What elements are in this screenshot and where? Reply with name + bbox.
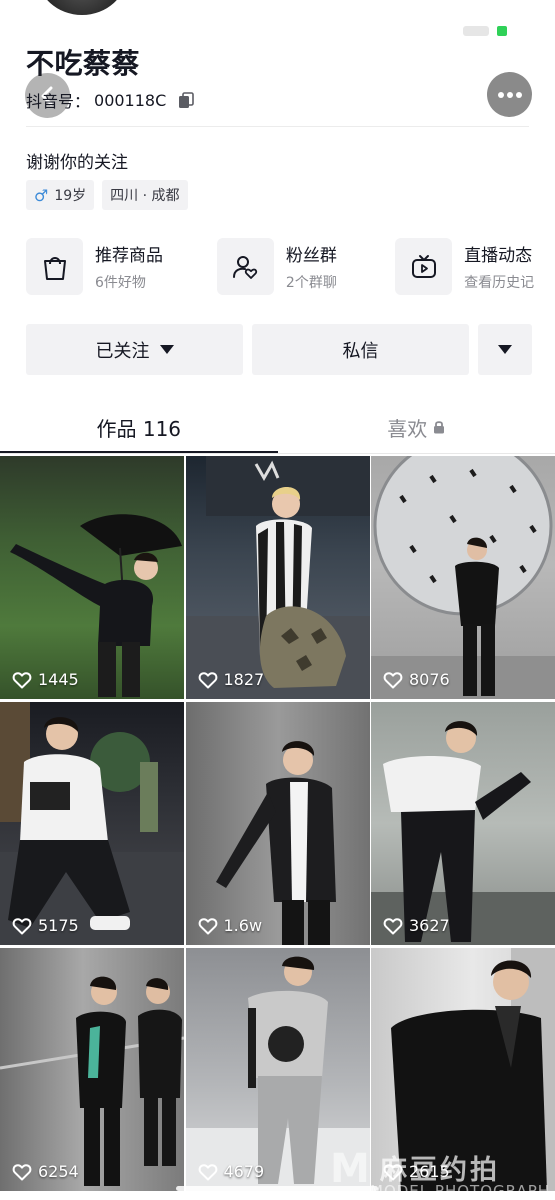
like-count: 1445	[12, 670, 79, 689]
feature-title: 直播动态	[464, 246, 533, 266]
heart-icon	[12, 1163, 32, 1180]
heart-icon	[198, 1163, 217, 1180]
feature-recommended-products[interactable]: 推荐商品 6件好物	[26, 238, 217, 295]
video-grid: 1445 1827 8076 5175 1.6w 3627 6254 4679 …	[0, 456, 555, 1191]
heart-icon	[383, 917, 403, 934]
following-label: 已关注	[95, 340, 150, 362]
like-count-text: 3627	[409, 916, 450, 935]
lock-icon	[434, 421, 445, 434]
thumbnail-image	[371, 456, 555, 699]
heart-icon	[198, 671, 217, 688]
message-label: 私信	[342, 340, 379, 362]
battery-icon	[497, 26, 507, 36]
thumbnail-image	[215, 741, 336, 945]
douyin-id: 抖音号： 000118C	[26, 88, 195, 112]
feature-subtitle: 2个群聊	[285, 275, 337, 291]
like-count-text: 8076	[409, 670, 450, 689]
watermark: M 麻豆约拍 MODEL PHOTOGRAPH	[330, 1140, 555, 1200]
video-thumbnail[interactable]: 5175	[0, 702, 184, 945]
expand-button[interactable]	[478, 324, 532, 375]
like-count: 6254	[12, 1162, 79, 1181]
age-tag: ♂ 19岁	[26, 180, 95, 210]
thumbnail-image	[0, 976, 184, 1186]
video-thumbnail[interactable]: 1445	[0, 456, 184, 699]
douyin-id-label: 抖音号：	[26, 92, 91, 111]
feature-fan-group[interactable]: 粉丝群 2个群聊	[216, 238, 395, 295]
copy-icon[interactable]	[178, 91, 195, 109]
live-tv-icon	[395, 238, 453, 295]
video-thumbnail[interactable]: 6254	[0, 948, 184, 1191]
like-count-text: 4679	[223, 1162, 265, 1181]
video-thumbnail[interactable]: 1.6w	[185, 702, 370, 945]
tab-works-label: 作品 116	[96, 416, 182, 441]
like-count: 5175	[12, 916, 79, 935]
like-count: 8076	[383, 670, 450, 689]
status-bar-icon	[463, 26, 489, 36]
tab-likes[interactable]: 喜欢	[278, 400, 555, 454]
male-icon: ♂	[34, 185, 49, 205]
douyin-id-value: 000118C	[94, 90, 167, 110]
feature-live-history[interactable]: 直播动态 查看历史记	[395, 238, 555, 295]
more-dots-icon	[497, 91, 522, 98]
like-count-text: 6254	[38, 1162, 79, 1181]
heart-icon	[12, 671, 32, 688]
like-count-text: 1827	[223, 670, 265, 689]
like-count: 1827	[198, 670, 265, 689]
header-divider	[26, 126, 529, 127]
like-count-text: 1445	[38, 670, 79, 689]
feature-subtitle: 查看历史记	[464, 275, 535, 291]
tabs-divider	[0, 453, 555, 454]
watermark-subtext: MODEL PHOTOGRAPH	[370, 1182, 551, 1200]
more-options-button[interactable]	[487, 72, 532, 117]
message-button[interactable]: 私信	[252, 324, 469, 375]
heart-icon	[198, 917, 217, 934]
tab-likes-label: 喜欢	[387, 416, 428, 441]
like-count: 4679	[198, 1162, 265, 1181]
feature-subtitle: 6件好物	[95, 275, 146, 291]
caret-down-icon	[498, 345, 512, 354]
profile-actions: 已关注 私信	[26, 324, 532, 375]
feature-title: 推荐商品	[95, 246, 163, 266]
like-count: 1.6w	[198, 916, 263, 935]
feature-shortcuts: 推荐商品 6件好物 粉丝群 2个群聊 直播动态 查看历史记	[26, 238, 555, 295]
status-indicators	[463, 26, 507, 36]
feature-title: 粉丝群	[285, 246, 337, 266]
thumbnail-image	[371, 721, 555, 945]
profile-bio: 谢谢你的关注	[26, 153, 128, 173]
heart-icon	[12, 917, 32, 934]
like-count-text: 5175	[38, 916, 79, 935]
location-tag: 四川 · 成都	[102, 180, 188, 210]
video-thumbnail[interactable]: 3627	[371, 702, 555, 945]
age-text: 19岁	[54, 188, 87, 204]
like-count: 3627	[383, 916, 450, 935]
thumbnail-image	[10, 514, 182, 697]
caret-down-icon	[159, 345, 174, 354]
shopping-bag-icon	[26, 238, 83, 295]
following-button[interactable]: 已关注	[26, 324, 243, 375]
home-indicator[interactable]	[176, 1186, 378, 1191]
video-thumbnail[interactable]: 8076	[371, 456, 555, 699]
profile-tags: ♂ 19岁 四川 · 成都	[26, 180, 188, 210]
like-count-text: 1.6w	[223, 916, 263, 935]
thumbnail-image	[0, 702, 184, 945]
thumbnail-image	[185, 456, 370, 699]
fan-group-icon	[216, 238, 274, 295]
video-thumbnail[interactable]: 1827	[185, 456, 370, 699]
heart-icon	[383, 671, 403, 688]
avatar[interactable]	[34, 0, 130, 18]
tab-works[interactable]: 作品 116	[0, 400, 278, 454]
location-text: 四川 · 成都	[110, 188, 180, 204]
content-tabs: 作品 116 喜欢	[0, 400, 555, 454]
